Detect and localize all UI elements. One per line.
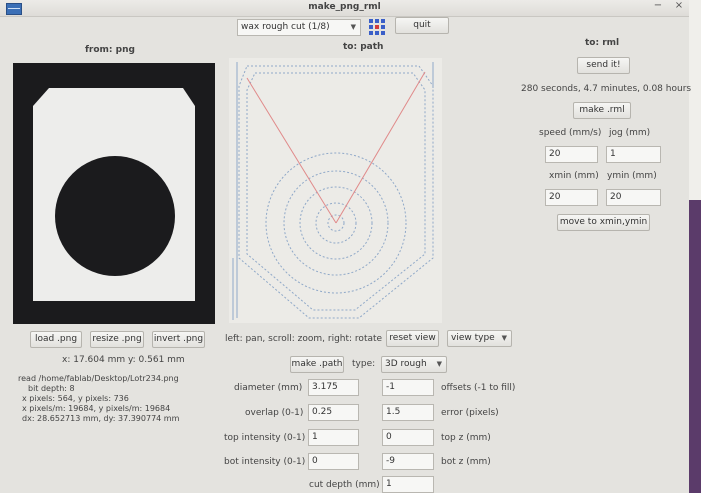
type-label: type:	[352, 359, 376, 369]
minimize-icon[interactable]: −	[651, 0, 665, 12]
bot-intensity-field[interactable]: 0	[308, 453, 359, 470]
invert-png-button[interactable]: invert .png	[152, 331, 205, 348]
error-label: error (pixels)	[441, 408, 499, 418]
view-type-label: view type	[451, 333, 495, 343]
window-title: make_png_rml	[308, 2, 381, 12]
diameter-field[interactable]: 3.175	[308, 379, 359, 396]
to-path-heading: to: path	[343, 42, 384, 52]
make-rml-button[interactable]: make .rml	[573, 102, 631, 119]
bot-z-label: bot z (mm)	[441, 457, 491, 467]
chevron-down-icon: ▼	[350, 23, 356, 31]
cut-depth-label: cut depth (mm)	[309, 480, 380, 490]
bot-intensity-label: bot intensity (0-1)	[224, 457, 306, 467]
resize-png-button[interactable]: resize .png	[90, 331, 144, 348]
xmin-field[interactable]: 20	[545, 189, 598, 206]
view-hint: left: pan, scroll: zoom, right: rotate	[225, 334, 383, 344]
grid-icon[interactable]	[368, 18, 386, 36]
from-png-heading: from: png	[85, 45, 135, 55]
top-intensity-field[interactable]: 1	[308, 429, 359, 446]
offsets-field[interactable]: -1	[382, 379, 434, 396]
make-path-button[interactable]: make .path	[290, 356, 344, 373]
mode-select[interactable]: wax rough cut (1/8) ▼	[237, 19, 361, 36]
speed-label: speed (mm/s)	[539, 128, 602, 138]
png-info-line: x pixels/m: 19684, y pixels/m: 19684	[22, 404, 171, 413]
top-intensity-label: top intensity (0-1)	[224, 433, 306, 443]
jog-field[interactable]: 1	[606, 146, 661, 163]
type-select-value: 3D rough	[385, 359, 427, 369]
move-to-xmin-ymin-button[interactable]: move to xmin,ymin	[557, 214, 650, 231]
quit-button[interactable]: quit	[395, 17, 449, 34]
xmin-label: xmin (mm)	[549, 171, 599, 181]
reset-view-button[interactable]: reset view	[386, 330, 439, 347]
top-z-field[interactable]: 0	[382, 429, 434, 446]
ymin-field[interactable]: 20	[606, 189, 661, 206]
send-it-button[interactable]: send it!	[577, 57, 630, 74]
type-select[interactable]: 3D rough ▼	[381, 356, 447, 373]
load-png-button[interactable]: load .png	[30, 331, 82, 348]
ymin-label: ymin (mm)	[607, 171, 657, 181]
cut-depth-field[interactable]: 1	[382, 476, 434, 493]
time-estimate: 280 seconds, 4.7 minutes, 0.08 hours	[521, 84, 692, 94]
top-z-label: top z (mm)	[441, 433, 491, 443]
background-desktop	[689, 0, 701, 493]
overlap-field[interactable]: 0.25	[308, 404, 359, 421]
path-preview[interactable]	[229, 58, 442, 323]
error-field[interactable]: 1.5	[382, 404, 434, 421]
png-info-line: bit depth: 8	[28, 384, 75, 393]
png-info-line: read /home/fablab/Desktop/Lotr234.png	[18, 374, 179, 383]
to-rml-heading: to: rml	[585, 38, 620, 48]
jog-label: jog (mm)	[609, 128, 651, 138]
speed-field[interactable]: 20	[545, 146, 598, 163]
chevron-down-icon: ▼	[436, 360, 442, 368]
mode-select-value: wax rough cut (1/8)	[241, 22, 330, 32]
overlap-label: overlap (0-1)	[245, 408, 304, 418]
offsets-label: offsets (-1 to fill)	[441, 383, 516, 393]
cursor-coordinates: x: 17.604 mm y: 0.561 mm	[62, 355, 185, 365]
chevron-down-icon: ▼	[501, 334, 507, 342]
close-icon[interactable]: ×	[672, 0, 686, 12]
png-info-line: dx: 28.652713 mm, dy: 37.390774 mm	[22, 414, 180, 423]
diameter-label: diameter (mm)	[234, 383, 303, 393]
bot-z-field[interactable]: -9	[382, 453, 434, 470]
view-type-select[interactable]: view type ▼	[447, 330, 512, 347]
png-info-line: x pixels: 564, y pixels: 736	[22, 394, 129, 403]
png-preview[interactable]	[13, 63, 215, 324]
